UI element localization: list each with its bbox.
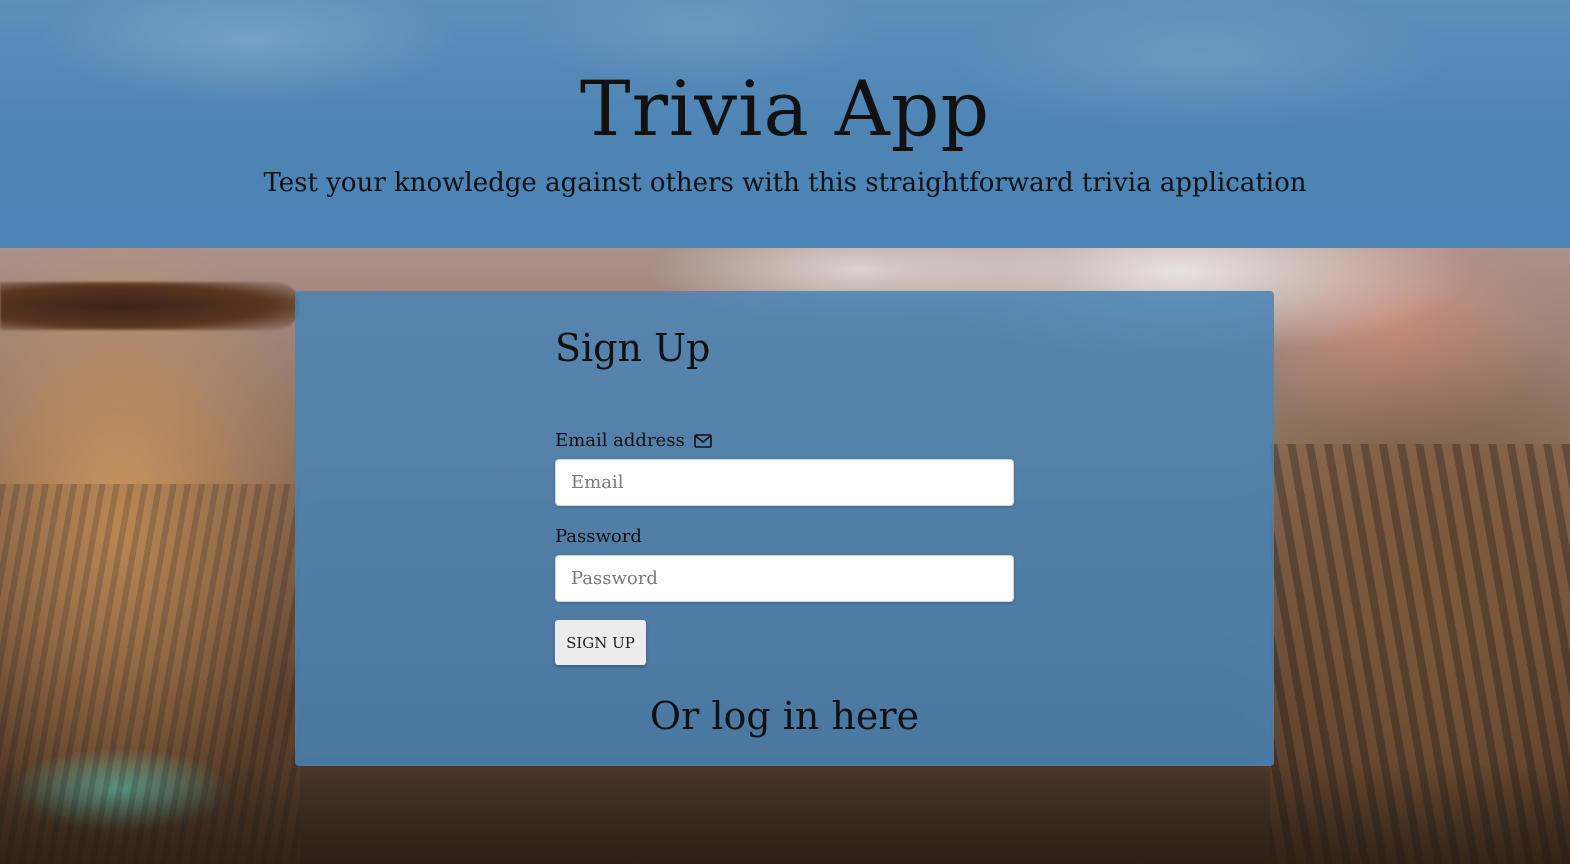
login-link[interactable]: Or log in here (295, 693, 1274, 739)
signup-title: Sign Up (555, 326, 711, 370)
email-label-text: Email address (555, 430, 685, 451)
password-input[interactable] (555, 555, 1014, 602)
app-title: Trivia App (579, 64, 991, 153)
email-label: Email address (555, 430, 713, 454)
envelope-icon (694, 432, 713, 454)
signup-button[interactable]: Sign Up (555, 620, 646, 665)
signup-card: Sign Up Email address Password Sign Up O… (295, 291, 1274, 766)
app-subtitle: Test your knowledge against others with … (263, 168, 1307, 198)
background-foreground (0, 764, 1570, 864)
password-label: Password (555, 526, 642, 547)
page-header: Trivia App Test your knowledge against o… (0, 0, 1570, 248)
page: Trivia App Test your knowledge against o… (0, 0, 1570, 864)
background-branch (0, 282, 300, 330)
email-input[interactable] (555, 459, 1014, 506)
